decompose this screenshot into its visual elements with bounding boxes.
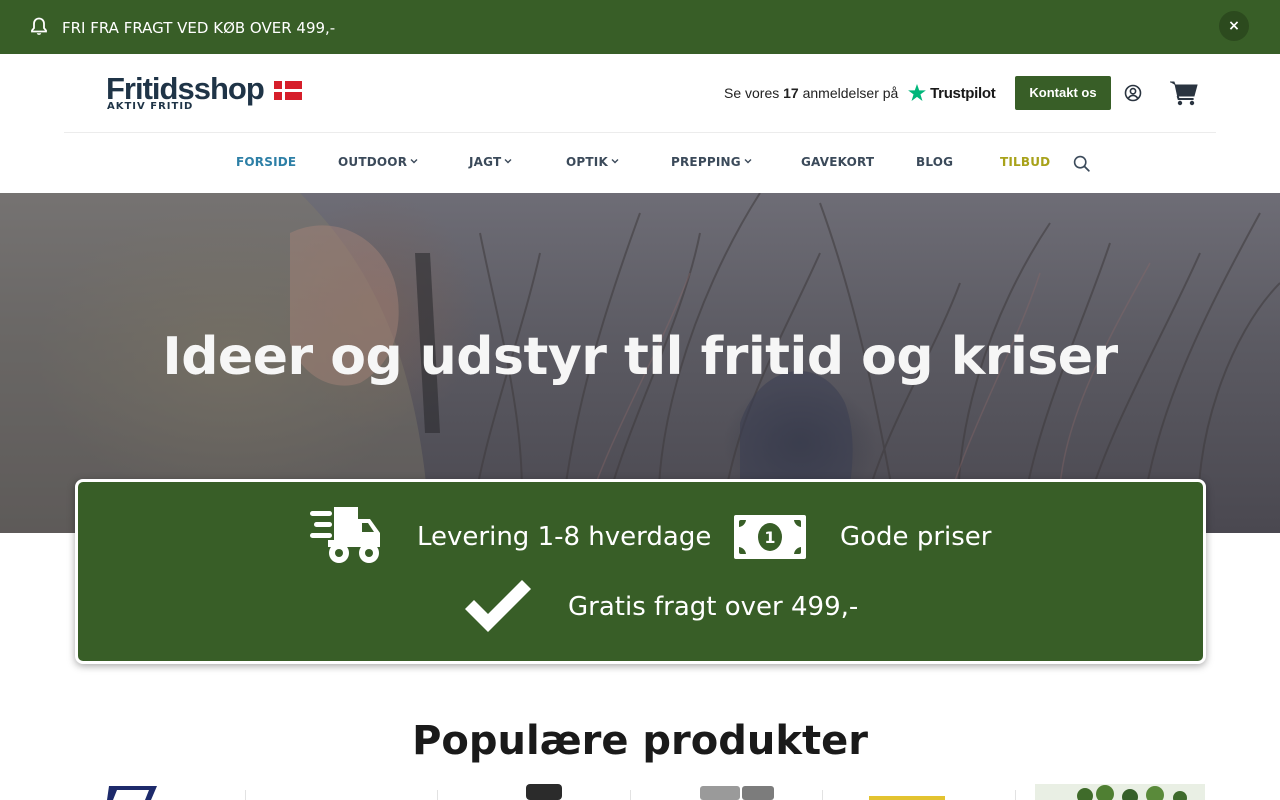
product-card[interactable] [652, 784, 822, 800]
danish-flag-icon [274, 81, 302, 100]
chevron-down-icon [744, 159, 752, 164]
feature-delivery-label: Levering 1-8 hverdage [417, 522, 712, 552]
trust-suffix: anmeldelser på [802, 85, 899, 101]
chevron-down-icon [504, 159, 512, 164]
trustpilot-star-icon [908, 84, 927, 101]
nav-item-tilbud[interactable]: TILBUD [1000, 155, 1050, 169]
feature-prices-label: Gode priser [840, 522, 992, 552]
chevron-down-icon [611, 159, 619, 164]
features-box: Levering 1-8 hverdage 1 Gode priser Grat… [75, 479, 1206, 664]
product-card[interactable] [460, 784, 630, 800]
truck-icon [310, 507, 380, 563]
contact-button[interactable]: Kontakt os [1015, 76, 1111, 110]
announcement-text: FRI FRA FRAGT VED KØB OVER 499,- [62, 19, 336, 37]
product-divider [822, 790, 823, 800]
product-image [526, 784, 562, 800]
trust-prefix: Se vores [724, 85, 780, 101]
nav-item-forside[interactable]: FORSIDE [236, 155, 296, 169]
feature-free-shipping-label: Gratis fragt over 499,- [568, 592, 859, 622]
product-card[interactable] [1035, 784, 1205, 800]
nav-item-optik[interactable]: OPTIK [566, 155, 619, 169]
trustpilot-reviews-link[interactable]: Se vores 17 anmeldelser på Trustpilot [724, 84, 996, 102]
nav-item-outdoor[interactable]: OUTDOOR [338, 155, 418, 169]
svg-text:1: 1 [764, 528, 775, 547]
user-icon[interactable] [1124, 84, 1142, 102]
product-card[interactable] [268, 784, 438, 800]
logo-tagline: AKTIV FRITID [107, 101, 194, 112]
nav-item-prepping[interactable]: PREPPING [671, 155, 752, 169]
bell-icon [31, 17, 47, 35]
product-image [700, 786, 774, 800]
site-logo[interactable]: Fritidsshop AKTIV FRITID [106, 72, 306, 114]
trust-count: 17 [783, 85, 799, 101]
product-divider [1015, 790, 1016, 800]
product-divider [245, 790, 246, 800]
product-image [1035, 784, 1205, 800]
cart-icon[interactable] [1169, 80, 1199, 106]
nav-item-jagt[interactable]: JAGT [469, 155, 512, 169]
product-image [869, 796, 945, 800]
product-image [107, 786, 157, 800]
product-card[interactable] [75, 784, 245, 800]
product-divider [630, 790, 631, 800]
close-announcement-button[interactable]: × [1219, 11, 1249, 41]
money-icon: 1 [734, 515, 806, 559]
nav-item-gavekort[interactable]: GAVEKORT [801, 155, 874, 169]
trustpilot-brand: Trustpilot [930, 85, 996, 102]
search-icon[interactable] [1073, 155, 1090, 172]
nav-item-blog[interactable]: BLOG [916, 155, 953, 169]
check-icon [465, 580, 531, 632]
chevron-down-icon [410, 159, 418, 164]
header-divider [64, 132, 1216, 133]
popular-products-title: Populære produkter [412, 718, 868, 764]
announcement-bar: FRI FRA FRAGT VED KØB OVER 499,- × [0, 0, 1280, 54]
hero-headline: Ideer og udstyr til fritid og kriser [162, 327, 1118, 387]
product-card[interactable] [845, 784, 1015, 800]
product-divider [437, 790, 438, 800]
